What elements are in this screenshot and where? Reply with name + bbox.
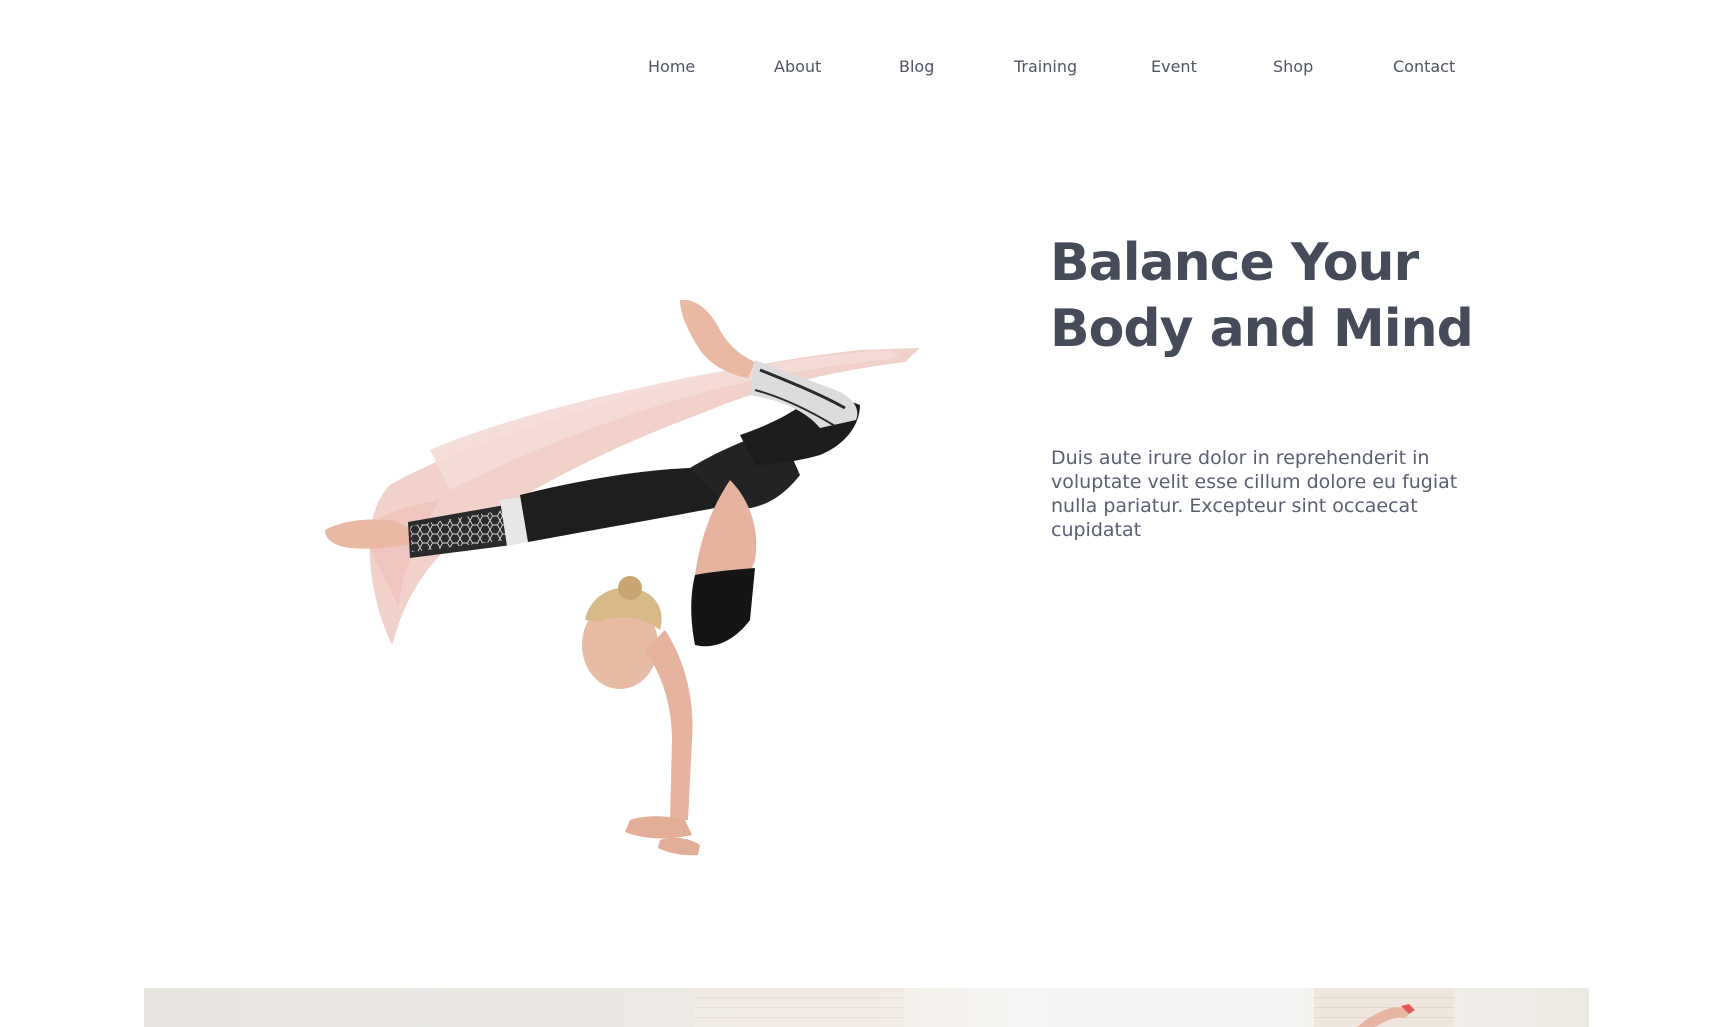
bottom-gallery-strip: [144, 988, 1589, 1027]
hero-image: [325, 300, 920, 856]
nav-training[interactable]: Training: [1014, 57, 1077, 76]
nav-shop[interactable]: Shop: [1273, 57, 1313, 76]
nav-event[interactable]: Event: [1151, 57, 1197, 76]
hand-icon: [1357, 1004, 1415, 1027]
hero-title-line1: Balance Your: [1050, 233, 1419, 293]
nav-about[interactable]: About: [774, 57, 821, 76]
hero-description: Duis aute irure dolor in reprehenderit i…: [1051, 447, 1458, 541]
nav-home[interactable]: Home: [648, 57, 695, 76]
page: Home About Blog Training Event Shop Cont…: [0, 0, 1727, 1027]
gallery-image-left: [694, 988, 904, 1027]
hero-title-line2: Body and Mind: [1050, 299, 1474, 359]
nav-blog[interactable]: Blog: [899, 57, 934, 76]
hero-title: Balance Your Body and Mind: [1050, 230, 1510, 362]
nav-contact[interactable]: Contact: [1393, 57, 1455, 76]
